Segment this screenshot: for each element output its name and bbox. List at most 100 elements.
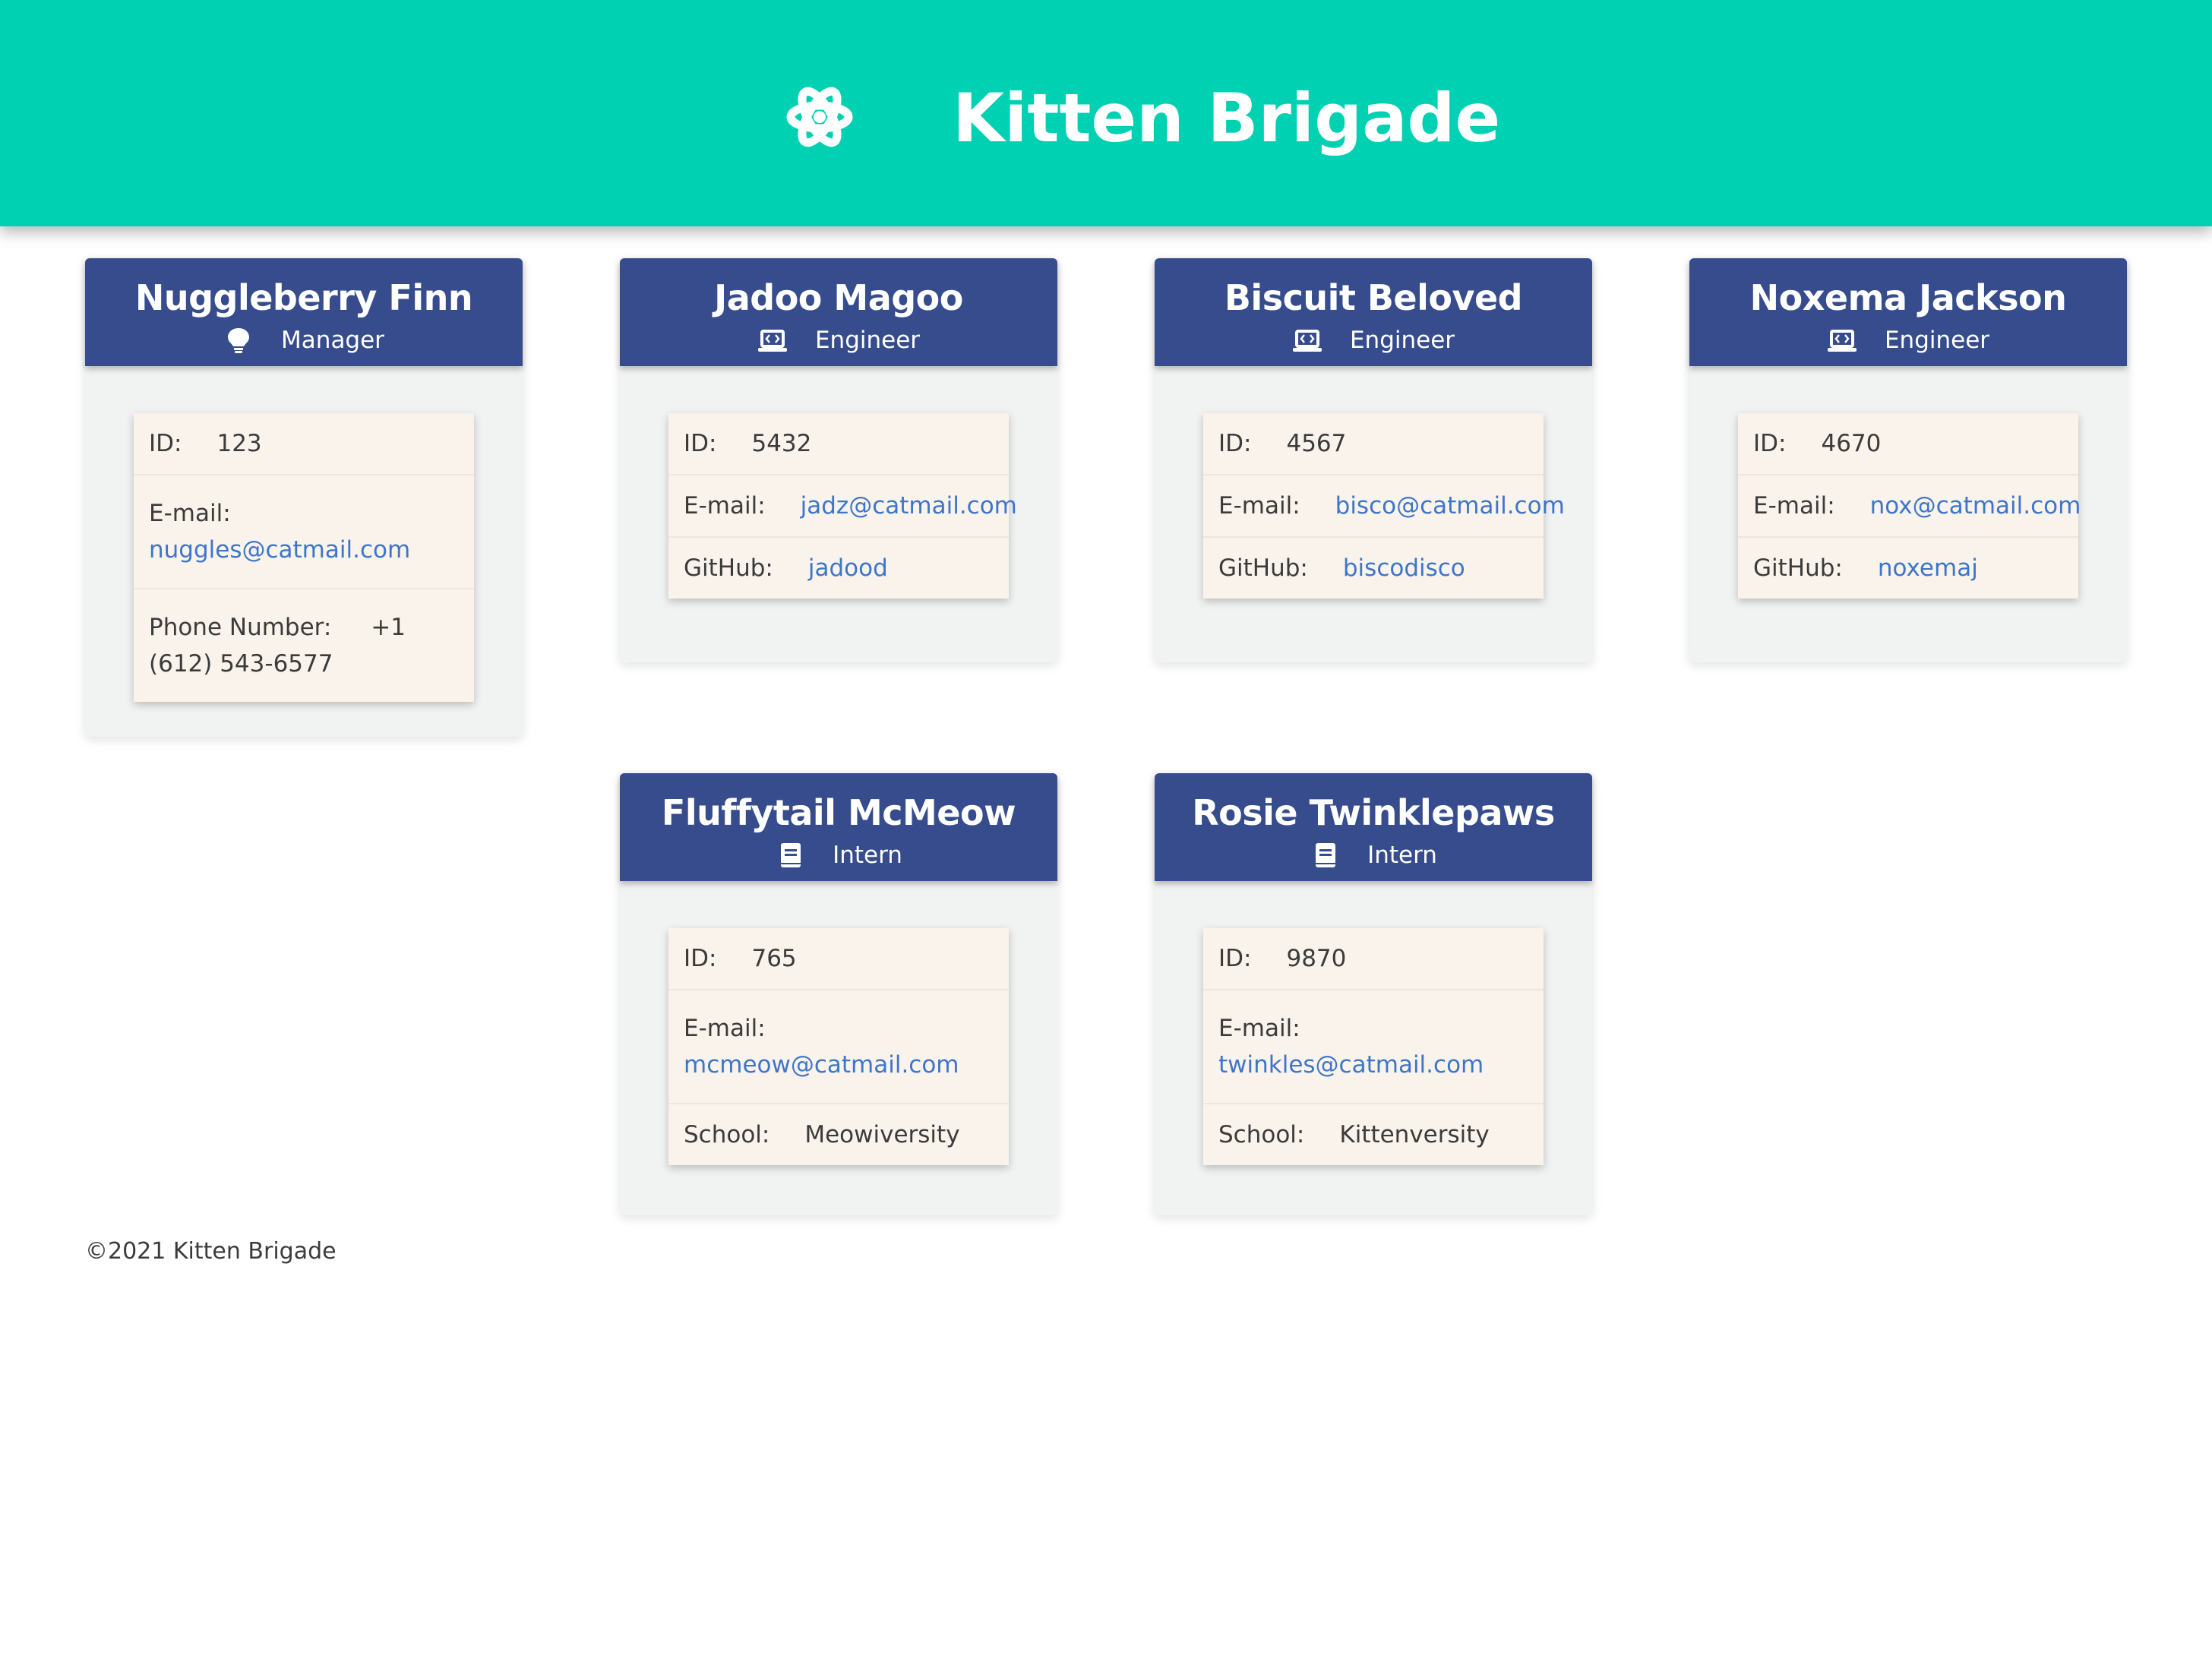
page-title: Kitten Brigade [953, 79, 1501, 157]
employee-info-list: ID: 765 E-mail: mcmeow@catmail.com School:… [668, 928, 1009, 1165]
email-link[interactable]: nuggles@catmail.com [149, 536, 410, 564]
info-row-email: E-mail: mcmeow@catmail.com [668, 990, 1009, 1104]
info-label: E-mail: [149, 500, 231, 527]
info-row-phone: Phone Number: +1 (612) 543-6577 [134, 589, 474, 702]
info-row-school: School: Meowiversity [668, 1104, 1009, 1165]
employee-info-list: ID: 5432 E-mail: jadz@catmail.com GitHub: j… [668, 413, 1017, 599]
info-row-email: E-mail: twinkles@catmail.com [1203, 990, 1544, 1104]
lightbulb-icon [228, 328, 250, 353]
employee-id: 4567 [1286, 430, 1347, 457]
info-label: School: [684, 1121, 770, 1148]
card-header: Nuggleberry Finn Manager [85, 258, 523, 366]
employee-role: Engineer [620, 324, 1057, 357]
info-row-email: E-mail: bisco@catmail.com [1203, 475, 1565, 538]
email-link[interactable]: nox@catmail.com [1870, 492, 2081, 520]
atom-icon [786, 87, 853, 147]
employee-role-label: Engineer [1884, 327, 1990, 354]
employee-role: Engineer [1155, 324, 1592, 357]
employee-info-list: ID: 4670 E-mail: nox@catmail.com GitHub: no… [1738, 413, 2081, 599]
info-row-email: E-mail: nuggles@catmail.com [134, 475, 474, 589]
email-link[interactable]: jadz@catmail.com [801, 492, 1017, 520]
info-label: GitHub: [684, 554, 773, 582]
github-link[interactable]: noxemaj [1878, 554, 1978, 582]
info-row-email: E-mail: nox@catmail.com [1738, 475, 2081, 538]
info-row-id: ID: 4670 [1738, 413, 2078, 475]
info-row-id: ID: 765 [668, 928, 1009, 990]
info-label: ID: [1753, 430, 1787, 457]
info-label: School: [1218, 1121, 1305, 1148]
info-row-github: GitHub: biscodisco [1203, 538, 1544, 599]
card-header: Jadoo Magoo Engineer [620, 258, 1057, 366]
info-row-id: ID: 4567 [1203, 413, 1544, 475]
card-header: Biscuit Beloved Engineer [1155, 258, 1592, 366]
employee-card: Nuggleberry Finn Manager ID: 123 E-mail: n… [85, 258, 523, 737]
github-link[interactable]: jadood [808, 554, 888, 582]
school-name: Kittenversity [1339, 1121, 1490, 1148]
employee-role: Intern [1155, 839, 1592, 872]
employee-role-label: Engineer [1349, 327, 1455, 354]
employee-id: 9870 [1286, 945, 1347, 972]
employee-name: Fluffytail McMeow [661, 792, 1016, 833]
info-label: E-mail: [1218, 492, 1300, 520]
employee-name: Biscuit Beloved [1224, 277, 1523, 318]
info-label: ID: [1218, 430, 1252, 457]
employee-card: Biscuit Beloved Engineer ID: 4567 E-mail:… [1155, 258, 1592, 662]
employee-role-label: Intern [833, 842, 902, 869]
employee-name: Jadoo Magoo [714, 277, 963, 318]
employee-name: Rosie Twinklepaws [1192, 792, 1555, 833]
info-label: GitHub: [1753, 554, 1843, 582]
employee-role: Intern [620, 839, 1057, 872]
employee-role: Engineer [1689, 324, 2127, 357]
employee-card: Jadoo Magoo Engineer ID: 5432 E-mail: jadz… [620, 258, 1057, 662]
info-label: GitHub: [1218, 554, 1308, 582]
employee-card: Fluffytail McMeow Intern ID: 765 E-mail: m… [620, 773, 1057, 1215]
employee-info-list: ID: 123 E-mail: nuggles@catmail.com Phone … [134, 413, 474, 702]
info-label: E-mail: [684, 1015, 766, 1042]
email-link[interactable]: twinkles@catmail.com [1218, 1051, 1484, 1079]
info-label: ID: [684, 430, 717, 457]
employee-name: Nuggleberry Finn [134, 277, 473, 318]
laptop-code-icon [1292, 330, 1322, 352]
info-row-email: E-mail: jadz@catmail.com [668, 475, 1017, 538]
page-footer: ©2021 Kitten Brigade [85, 1238, 337, 1265]
info-row-id: ID: 9870 [1203, 928, 1544, 990]
laptop-code-icon [1827, 330, 1856, 352]
employee-id: 123 [216, 430, 262, 457]
employee-card: Rosie Twinklepaws Intern ID: 9870 E-mail:… [1155, 773, 1592, 1215]
employee-id: 4670 [1821, 430, 1882, 457]
employee-card: Noxema Jackson Engineer ID: 4670 E-mail: n… [1689, 258, 2127, 662]
employee-info-list: ID: 9870 E-mail: twinkles@catmail.com Scho… [1203, 928, 1544, 1165]
employee-role-label: Intern [1367, 842, 1437, 869]
info-row-id: ID: 123 [134, 413, 474, 475]
info-label: E-mail: [1218, 1015, 1300, 1042]
employee-name: Noxema Jackson [1749, 277, 2067, 318]
employee-role-label: Manager [281, 327, 384, 354]
info-label: E-mail: [1753, 492, 1835, 520]
employee-id: 5432 [751, 430, 812, 457]
info-row-id: ID: 5432 [668, 413, 1009, 475]
info-label: ID: [149, 430, 182, 457]
employee-role: Manager [85, 324, 523, 357]
card-header: Noxema Jackson Engineer [1689, 258, 2127, 366]
github-link[interactable]: biscodisco [1343, 554, 1465, 582]
info-label: ID: [1218, 945, 1252, 972]
page-header: Kitten Brigade [0, 0, 2212, 226]
school-name: Meowiversity [804, 1121, 960, 1148]
team-grid: Nuggleberry Finn Manager ID: 123 E-mail: n… [0, 0, 2212, 1671]
info-label: E-mail: [684, 492, 766, 520]
info-row-github: GitHub: jadood [668, 538, 1009, 599]
employee-role-label: Engineer [814, 327, 921, 354]
employee-info-list: ID: 4567 E-mail: bisco@catmail.com GitHub:… [1203, 413, 1565, 599]
info-label: Phone Number: [149, 614, 332, 641]
info-row-github: GitHub: noxemaj [1738, 538, 2078, 599]
email-link[interactable]: mcmeow@catmail.com [684, 1051, 959, 1079]
employee-id: 765 [751, 945, 797, 972]
card-header: Fluffytail McMeow Intern [620, 773, 1057, 881]
book-icon [781, 843, 801, 867]
book-icon [1316, 843, 1336, 867]
card-header: Rosie Twinklepaws Intern [1155, 773, 1592, 881]
laptop-code-icon [757, 330, 787, 352]
email-link[interactable]: bisco@catmail.com [1335, 492, 1565, 520]
info-label: ID: [684, 945, 717, 972]
info-row-school: School: Kittenversity [1203, 1104, 1544, 1165]
